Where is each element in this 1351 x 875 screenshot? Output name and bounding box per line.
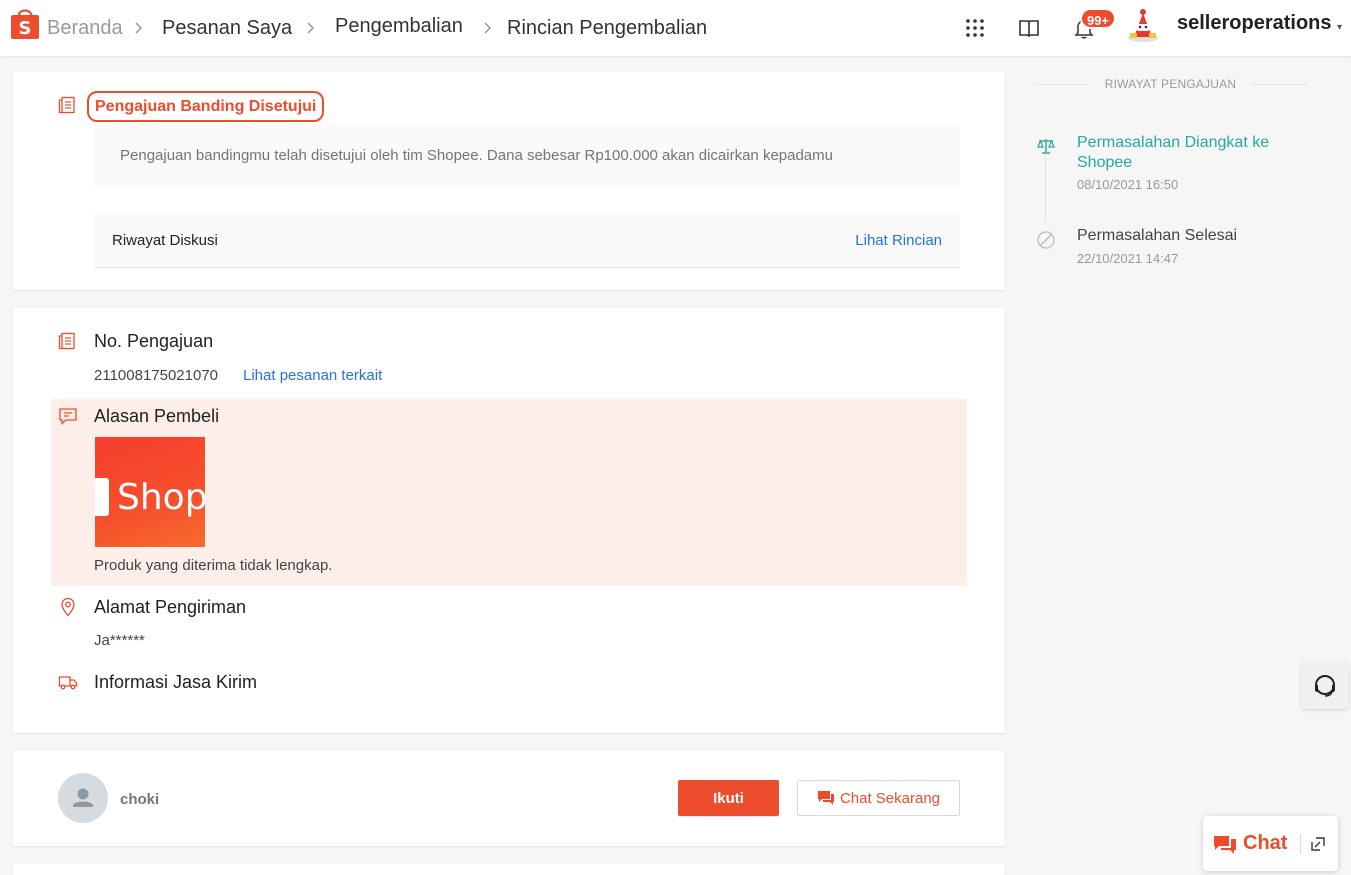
discussion-history-row: Riwayat Diskusi Lihat Rincian bbox=[94, 214, 960, 268]
chat-now-button[interactable]: Chat Sekarang bbox=[797, 780, 960, 816]
timeline-divider bbox=[1251, 84, 1308, 85]
location-pin-icon bbox=[61, 597, 75, 617]
timeline-connector bbox=[1045, 156, 1046, 223]
shopee-logo-icon[interactable]: S bbox=[10, 6, 40, 40]
scale-icon bbox=[1037, 139, 1055, 154]
view-detail-link[interactable]: Lihat Rincian bbox=[855, 214, 942, 266]
chevron-down-icon[interactable]: ▾ bbox=[1337, 22, 1342, 33]
chevron-right-icon bbox=[135, 22, 143, 34]
chat-bubble-icon bbox=[59, 408, 77, 425]
divider bbox=[1300, 834, 1301, 854]
customer-support-button[interactable] bbox=[1301, 662, 1349, 709]
timeline-divider bbox=[1033, 84, 1090, 85]
buyer-card: choki Ikuti Chat Sekarang bbox=[13, 751, 1005, 846]
breadcrumb-return-detail: Rincian Pengembalian bbox=[507, 17, 708, 39]
username[interactable]: selleroperations bbox=[1177, 12, 1332, 35]
reason-image-text: Shopee bbox=[117, 477, 205, 518]
svg-text:S: S bbox=[19, 18, 32, 39]
related-order-link[interactable]: Lihat pesanan terkait bbox=[243, 367, 382, 384]
buyer-reason-text: Produk yang diterima tidak lengkap. bbox=[94, 557, 333, 574]
breadcrumb-home[interactable]: Beranda bbox=[47, 0, 123, 57]
blocked-circle-icon bbox=[1037, 231, 1055, 249]
top-header: S Beranda Pesanan Saya Pengembalian Rinc… bbox=[0, 0, 1351, 57]
apps-grid-icon[interactable] bbox=[963, 16, 987, 40]
expand-icon[interactable] bbox=[1310, 836, 1326, 852]
open-chat-button[interactable]: Chat bbox=[1213, 816, 1287, 871]
avatar[interactable] bbox=[1125, 7, 1161, 43]
chat-widget-label: Chat bbox=[1243, 832, 1288, 854]
reason-evidence-image[interactable]: Shopee bbox=[95, 437, 205, 547]
status-title: Pengajuan Banding Disetujui bbox=[87, 91, 325, 122]
return-details-card: No. Pengajuan 211008175021070 Lihat pesa… bbox=[13, 308, 1005, 733]
shipping-address-label: Alamat Pengiriman bbox=[94, 597, 247, 617]
request-number-value: 211008175021070 bbox=[94, 367, 219, 384]
document-icon bbox=[58, 332, 75, 350]
chat-icon bbox=[1214, 835, 1236, 854]
buyer-reason-label: Alasan Pembeli bbox=[94, 406, 220, 426]
buyer-avatar[interactable] bbox=[58, 773, 108, 823]
timeline-event-title: Permasalahan Diangkat ke Shopee bbox=[1077, 134, 1270, 171]
discussion-history-label: Riwayat Diskusi bbox=[112, 231, 218, 249]
chat-widget: Chat bbox=[1203, 816, 1338, 871]
document-icon bbox=[58, 96, 75, 114]
status-card: Pengajuan Banding Disetujui Pengajuan ba… bbox=[13, 72, 1005, 290]
chevron-right-icon bbox=[307, 22, 315, 34]
next-card bbox=[13, 864, 1005, 875]
chat-now-label: Chat Sekarang bbox=[839, 789, 941, 807]
follow-button[interactable]: Ikuti bbox=[678, 780, 779, 816]
shipping-address-value: Ja****** bbox=[94, 632, 145, 649]
timeline-heading: RIWAYAT PENGAJUAN bbox=[1104, 77, 1237, 91]
timeline-event-time: 22/10/2021 14:47 bbox=[1077, 251, 1179, 266]
buyer-name[interactable]: choki bbox=[120, 791, 159, 808]
chat-icon bbox=[817, 791, 834, 805]
request-number-label: No. Pengajuan bbox=[94, 331, 214, 351]
user-icon bbox=[73, 788, 93, 807]
headset-icon bbox=[1315, 674, 1335, 697]
timeline-event-title: Permasalahan Selesai bbox=[1077, 227, 1238, 244]
shipping-info-label: Informasi Jasa Kirim bbox=[94, 672, 258, 692]
status-message: Pengajuan bandingmu telah disetujui oleh… bbox=[94, 125, 960, 186]
breadcrumb-my-orders[interactable]: Pesanan Saya bbox=[162, 0, 292, 57]
chevron-right-icon bbox=[484, 22, 492, 34]
notification-badge: 99+ bbox=[1080, 8, 1117, 29]
timeline-event-time: 08/10/2021 16:50 bbox=[1077, 177, 1179, 192]
book-icon[interactable] bbox=[1017, 16, 1041, 40]
breadcrumb-returns[interactable]: Pengembalian bbox=[335, 0, 463, 55]
truck-icon bbox=[58, 676, 78, 690]
shopee-bag-shape bbox=[95, 478, 109, 516]
